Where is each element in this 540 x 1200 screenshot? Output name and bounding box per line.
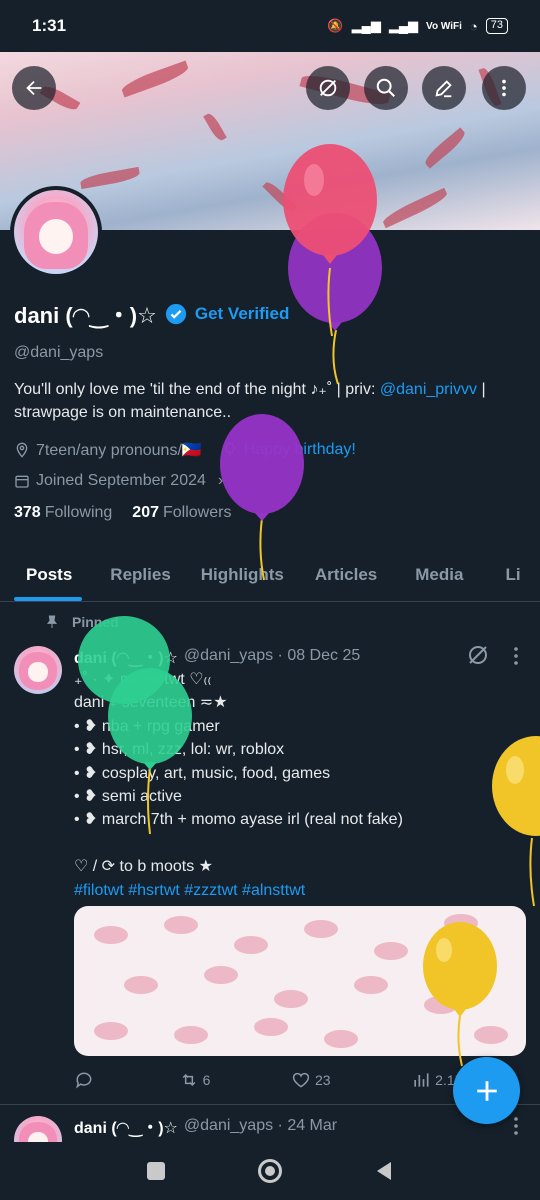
post-line: ₊˚ · ✦ momotwt ♡₍₍ [74,671,212,688]
back-arrow-icon [26,80,42,96]
calendar-icon [15,475,29,488]
profile-avatar[interactable] [10,186,102,278]
post-image[interactable] [74,906,526,1056]
post-header: dani (◠‿・)☆ @dani_yaps · 24 Mar [74,1114,337,1138]
followers-count: 207 [132,504,159,521]
home-button[interactable] [257,1159,282,1183]
post-line: • ❥ nba + rpg gamer [74,717,220,735]
battery-icon: 73 [485,18,508,34]
verified-icon [165,303,186,325]
balloon-icon [225,442,235,457]
profile-tabs: Posts Replies Highlights Articles Media … [0,552,540,602]
repost-count: 6 [202,1072,211,1088]
more-icon [502,79,506,97]
post-line: • ❥ march 7th + momo ayase irl (real not… [74,811,403,829]
plus-icon [476,1080,497,1101]
post-line: • ❥ cosplay, art, music, food, games [74,764,331,782]
reply-icon [76,1072,92,1089]
status-icons: 🔕 ▂▄▆ ▂▄▆ Vo WiFi ◔ 73 [327,18,508,34]
profile-info: dani (◠‿・)☆ Get Verified @dani_yaps You'… [14,296,526,522]
post-author-name[interactable]: dani (◠‿・)☆ [74,1114,178,1138]
post-header: dani (◠‿・)☆ @dani_yaps · 08 Dec 25 [74,644,360,668]
signal-icon-2: ▂▄▆ [388,18,419,33]
post-author-name[interactable]: dani (◠‿・)☆ [74,644,178,668]
repost-button[interactable]: 6 [179,1070,211,1090]
like-icon [292,1072,310,1088]
chevron-right-icon: › [217,472,224,489]
follow-stats: 378 Following 207 Followers [14,504,526,522]
followers-link[interactable]: 207 Followers [132,504,231,522]
grok-button[interactable] [306,66,350,110]
mute-icon: 🔕 [327,18,344,33]
birthday-link[interactable]: Happy birthday! [244,441,356,459]
tab-highlights[interactable]: Highlights [185,552,299,601]
reply-button[interactable] [74,1070,98,1090]
recents-button[interactable] [146,1162,165,1180]
meta-row-location: 7teen/any pronouns/🇵🇭 Happy birthday! [14,440,526,460]
back-nav-button[interactable] [375,1161,393,1181]
post-line [74,832,514,855]
edit-icon [435,80,452,98]
tab-articles[interactable]: Articles [299,552,393,601]
status-time: 1:31 [32,16,67,35]
search-button[interactable] [364,66,408,110]
joined-date: Joined September 2024 [36,472,206,489]
wifi-icon: ◔ [469,18,478,34]
more-icon[interactable] [504,1114,528,1138]
following-count: 378 [14,504,41,521]
bio-text: You'll only love me 'til the end of the … [14,381,380,398]
like-button[interactable]: 23 [291,1070,331,1090]
tab-likes[interactable]: Li [485,552,536,601]
post-line: dani ₊ seventeen ≂★ [74,694,228,712]
post-actions: 6 23 2.1K [74,1070,464,1090]
tab-replies[interactable]: Replies [96,552,184,601]
pinned-indicator: Pinned [44,614,119,630]
status-bar: 1:31 🔕 ▂▄▆ ▂▄▆ Vo WiFi ◔ 73 [0,0,540,52]
repost-icon [182,1073,195,1087]
more-icon[interactable] [504,644,528,668]
post-hashtags[interactable]: #filotwt #hsrtwt #zzztwt #alnsttwt [74,879,514,902]
compose-button[interactable] [453,1057,520,1124]
back-button[interactable] [12,66,56,110]
handle: @dani_yaps [14,344,104,361]
more-button[interactable] [482,66,526,110]
android-nav-bar [0,1142,540,1200]
like-count: 23 [314,1072,331,1088]
tab-media[interactable]: Media [393,552,485,601]
search-icon [376,78,395,97]
post-line: • ❥ hsr, ml, zzz, lol: wr, roblox [74,741,285,759]
post-line: ♡ / ⟳ to b moots ★ [74,858,214,876]
bio-priv-link[interactable]: @dani_privvv [380,381,477,398]
post-line: • ❥ semi active [74,788,182,806]
display-name: dani (◠‿・)☆ [14,303,157,328]
grok-icon[interactable] [466,643,490,667]
pronouns: 7teen/any pronouns/🇵🇭 [36,442,202,459]
bio: You'll only love me 'til the end of the … [14,378,526,424]
signal-icon: ▂▄▆ [351,18,381,33]
following-label: Following [44,504,113,521]
post-avatar[interactable] [14,646,62,694]
post-text: ₊˚ · ✦ momotwt ♡₍₍ dani ₊ seventeen ≂★ •… [74,668,514,902]
tab-posts[interactable]: Posts [0,552,96,601]
followers-label: Followers [163,504,232,521]
network-label: Vo WiFi [426,20,462,32]
grok-icon [319,79,337,97]
post-meta: @dani_yaps · 08 Dec 25 [183,647,361,664]
following-link[interactable]: 378 Following [14,504,112,522]
location-icon [16,442,28,458]
post-meta: @dani_yaps · 24 Mar [183,1117,338,1134]
get-verified-link[interactable]: Get Verified [195,304,289,324]
views-icon [414,1073,429,1087]
meta-row-joined: Joined September 2024 › [14,472,526,490]
pin-icon [47,615,57,628]
pinned-label: Pinned [72,614,119,630]
edit-button[interactable] [422,66,466,110]
